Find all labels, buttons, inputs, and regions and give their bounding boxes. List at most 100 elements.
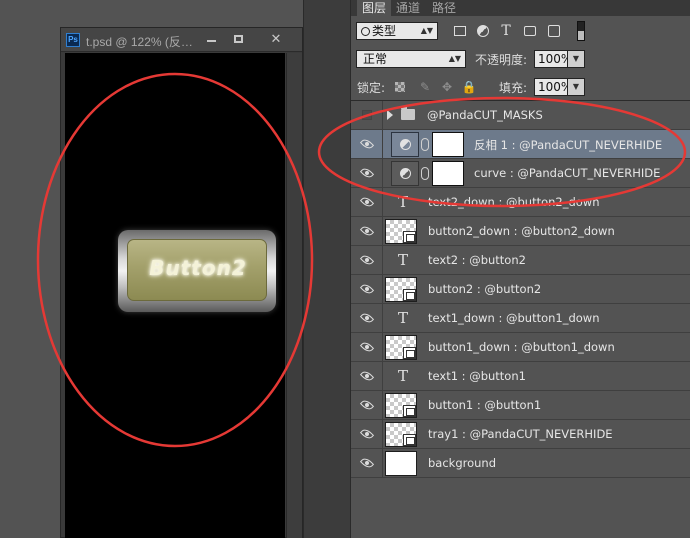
- maximize-button[interactable]: [226, 31, 252, 48]
- type-layer-icon: T: [397, 193, 408, 211]
- filter-pixel-layers-button[interactable]: [451, 22, 469, 40]
- layer-row[interactable]: T text1 : @button1: [351, 362, 690, 391]
- minimize-button[interactable]: [199, 31, 225, 48]
- panel-dock-gap: [303, 0, 351, 538]
- tab-channels[interactable]: 通道: [393, 0, 423, 16]
- opacity-dropdown-button[interactable]: ▼: [567, 50, 585, 68]
- panel-tabs: 图层 通道 路径: [351, 0, 690, 16]
- document-titlebar[interactable]: Ps t.psd @ 122% (反… ✕: [61, 28, 302, 52]
- shape-icon: [524, 26, 536, 36]
- link-chain-icon[interactable]: [421, 138, 429, 151]
- layer-name: text1 : @button1: [428, 369, 526, 383]
- smart-object-badge-icon: [403, 347, 416, 359]
- layer-row[interactable]: @PandaCUT_MASKS: [351, 101, 690, 130]
- layers-panel: 图层 通道 路径 类型 ▲▼ T 正常 ▲▼ 不透明度: 100% ▼ 锁定: …: [351, 0, 690, 538]
- eye-pupil: [365, 403, 369, 407]
- lock-position-button[interactable]: ✥: [439, 79, 455, 95]
- filter-smart-objects-button[interactable]: [545, 22, 563, 40]
- visibility-toggle[interactable]: [351, 246, 383, 274]
- eye-pupil: [365, 142, 369, 146]
- layer-row[interactable]: button2_down : @button2_down: [351, 217, 690, 246]
- eye-pupil: [365, 171, 369, 175]
- layer-name: text2_down : @button2_down: [428, 195, 600, 209]
- document-vertical-scrollbar[interactable]: [286, 53, 302, 538]
- eye-pupil: [365, 374, 369, 378]
- layer-name: 反相 1 : @PandaCUT_NEVERHIDE: [474, 138, 663, 152]
- filter-shape-layers-button[interactable]: [521, 22, 539, 40]
- eye-pupil: [365, 200, 369, 204]
- tab-paths[interactable]: 路径: [429, 0, 459, 16]
- visibility-toggle[interactable]: [351, 391, 383, 419]
- visibility-toggle[interactable]: [351, 420, 383, 448]
- layer-name: button2 : @button2: [428, 282, 542, 296]
- visibility-off-icon: [362, 110, 372, 120]
- visibility-toggle[interactable]: [351, 275, 383, 303]
- filter-toggle-switch[interactable]: [577, 21, 585, 41]
- visibility-toggle[interactable]: [351, 217, 383, 245]
- layers-list: @PandaCUT_MASKS 反相 1 : @PandaCUT_NEVERHI…: [351, 100, 690, 538]
- close-icon: ✕: [270, 32, 282, 47]
- minimize-icon: [207, 40, 216, 42]
- visibility-toggle[interactable]: [351, 304, 383, 332]
- type-layer-icon: T: [397, 251, 408, 269]
- layer-name: button2_down : @button2_down: [428, 224, 615, 238]
- filter-adjustment-layers-button[interactable]: [474, 22, 492, 40]
- opacity-label: 不透明度:: [475, 53, 528, 67]
- layer-name: button1 : @button1: [428, 398, 542, 412]
- photoshop-workspace: Ps t.psd @ 122% (反… ✕ Button2 图层 通道 路径 类…: [0, 0, 690, 538]
- checkerboard-icon: [395, 82, 405, 92]
- visibility-toggle[interactable]: [351, 130, 383, 158]
- type-icon: T: [501, 23, 511, 39]
- layer-row[interactable]: button1_down : @button1_down: [351, 333, 690, 362]
- lock-transparent-pixels-button[interactable]: [393, 79, 409, 95]
- button2-artwork: Button2: [127, 239, 267, 301]
- chevron-updown-icon: ▲▼: [420, 26, 433, 35]
- eye-pupil: [365, 316, 369, 320]
- layer-name: button1_down : @button1_down: [428, 340, 615, 354]
- layer-filter-kind-select[interactable]: 类型 ▲▼: [356, 22, 438, 40]
- eye-pupil: [365, 229, 369, 233]
- smart-object-badge-icon: [403, 405, 416, 417]
- visibility-toggle[interactable]: [351, 101, 383, 129]
- lock-image-pixels-button[interactable]: ✎: [417, 79, 433, 95]
- layer-row[interactable]: 反相 1 : @PandaCUT_NEVERHIDE: [351, 130, 690, 159]
- expand-caret-icon[interactable]: [387, 110, 393, 120]
- lock-label: 锁定:: [357, 81, 386, 95]
- document-canvas[interactable]: Button2: [65, 53, 285, 538]
- layer-mask-thumbnail[interactable]: [432, 132, 464, 157]
- layer-row[interactable]: T text2_down : @button2_down: [351, 188, 690, 217]
- search-icon: [361, 27, 370, 36]
- eye-pupil: [365, 461, 369, 465]
- lock-all-button[interactable]: 🔒: [461, 79, 477, 95]
- layer-row[interactable]: T text1_down : @button1_down: [351, 304, 690, 333]
- layer-row[interactable]: tray1 : @PandaCUT_NEVERHIDE: [351, 420, 690, 449]
- layer-row[interactable]: T text2 : @button2: [351, 246, 690, 275]
- lock-icon: 🔒: [461, 80, 477, 94]
- layer-row[interactable]: curve : @PandaCUT_NEVERHIDE: [351, 159, 690, 188]
- visibility-toggle[interactable]: [351, 333, 383, 361]
- tab-layers[interactable]: 图层: [357, 0, 391, 16]
- smart-object-badge-icon: [403, 434, 416, 446]
- layer-name: text1_down : @button1_down: [428, 311, 600, 325]
- layer-name: background: [428, 456, 497, 470]
- close-button[interactable]: ✕: [263, 31, 289, 48]
- layer-row[interactable]: button2 : @button2: [351, 275, 690, 304]
- blend-mode-select[interactable]: 正常 ▲▼: [356, 50, 466, 68]
- layer-name: curve : @PandaCUT_NEVERHIDE: [474, 166, 661, 180]
- link-chain-icon[interactable]: [421, 167, 429, 180]
- layer-mask-thumbnail[interactable]: [432, 161, 464, 186]
- layer-row[interactable]: button1 : @button1: [351, 391, 690, 420]
- eye-pupil: [365, 345, 369, 349]
- fill-dropdown-button[interactable]: ▼: [567, 78, 585, 96]
- visibility-toggle[interactable]: [351, 188, 383, 216]
- visibility-toggle[interactable]: [351, 159, 383, 187]
- layer-row[interactable]: background: [351, 449, 690, 478]
- smart-object-badge-icon: [403, 289, 416, 301]
- filter-type-layers-button[interactable]: T: [497, 22, 515, 40]
- type-layer-icon: T: [397, 367, 408, 385]
- eye-pupil: [365, 287, 369, 291]
- folder-icon: [401, 106, 415, 120]
- visibility-toggle[interactable]: [351, 362, 383, 390]
- adjustment-icon: [477, 25, 489, 37]
- visibility-toggle[interactable]: [351, 449, 383, 477]
